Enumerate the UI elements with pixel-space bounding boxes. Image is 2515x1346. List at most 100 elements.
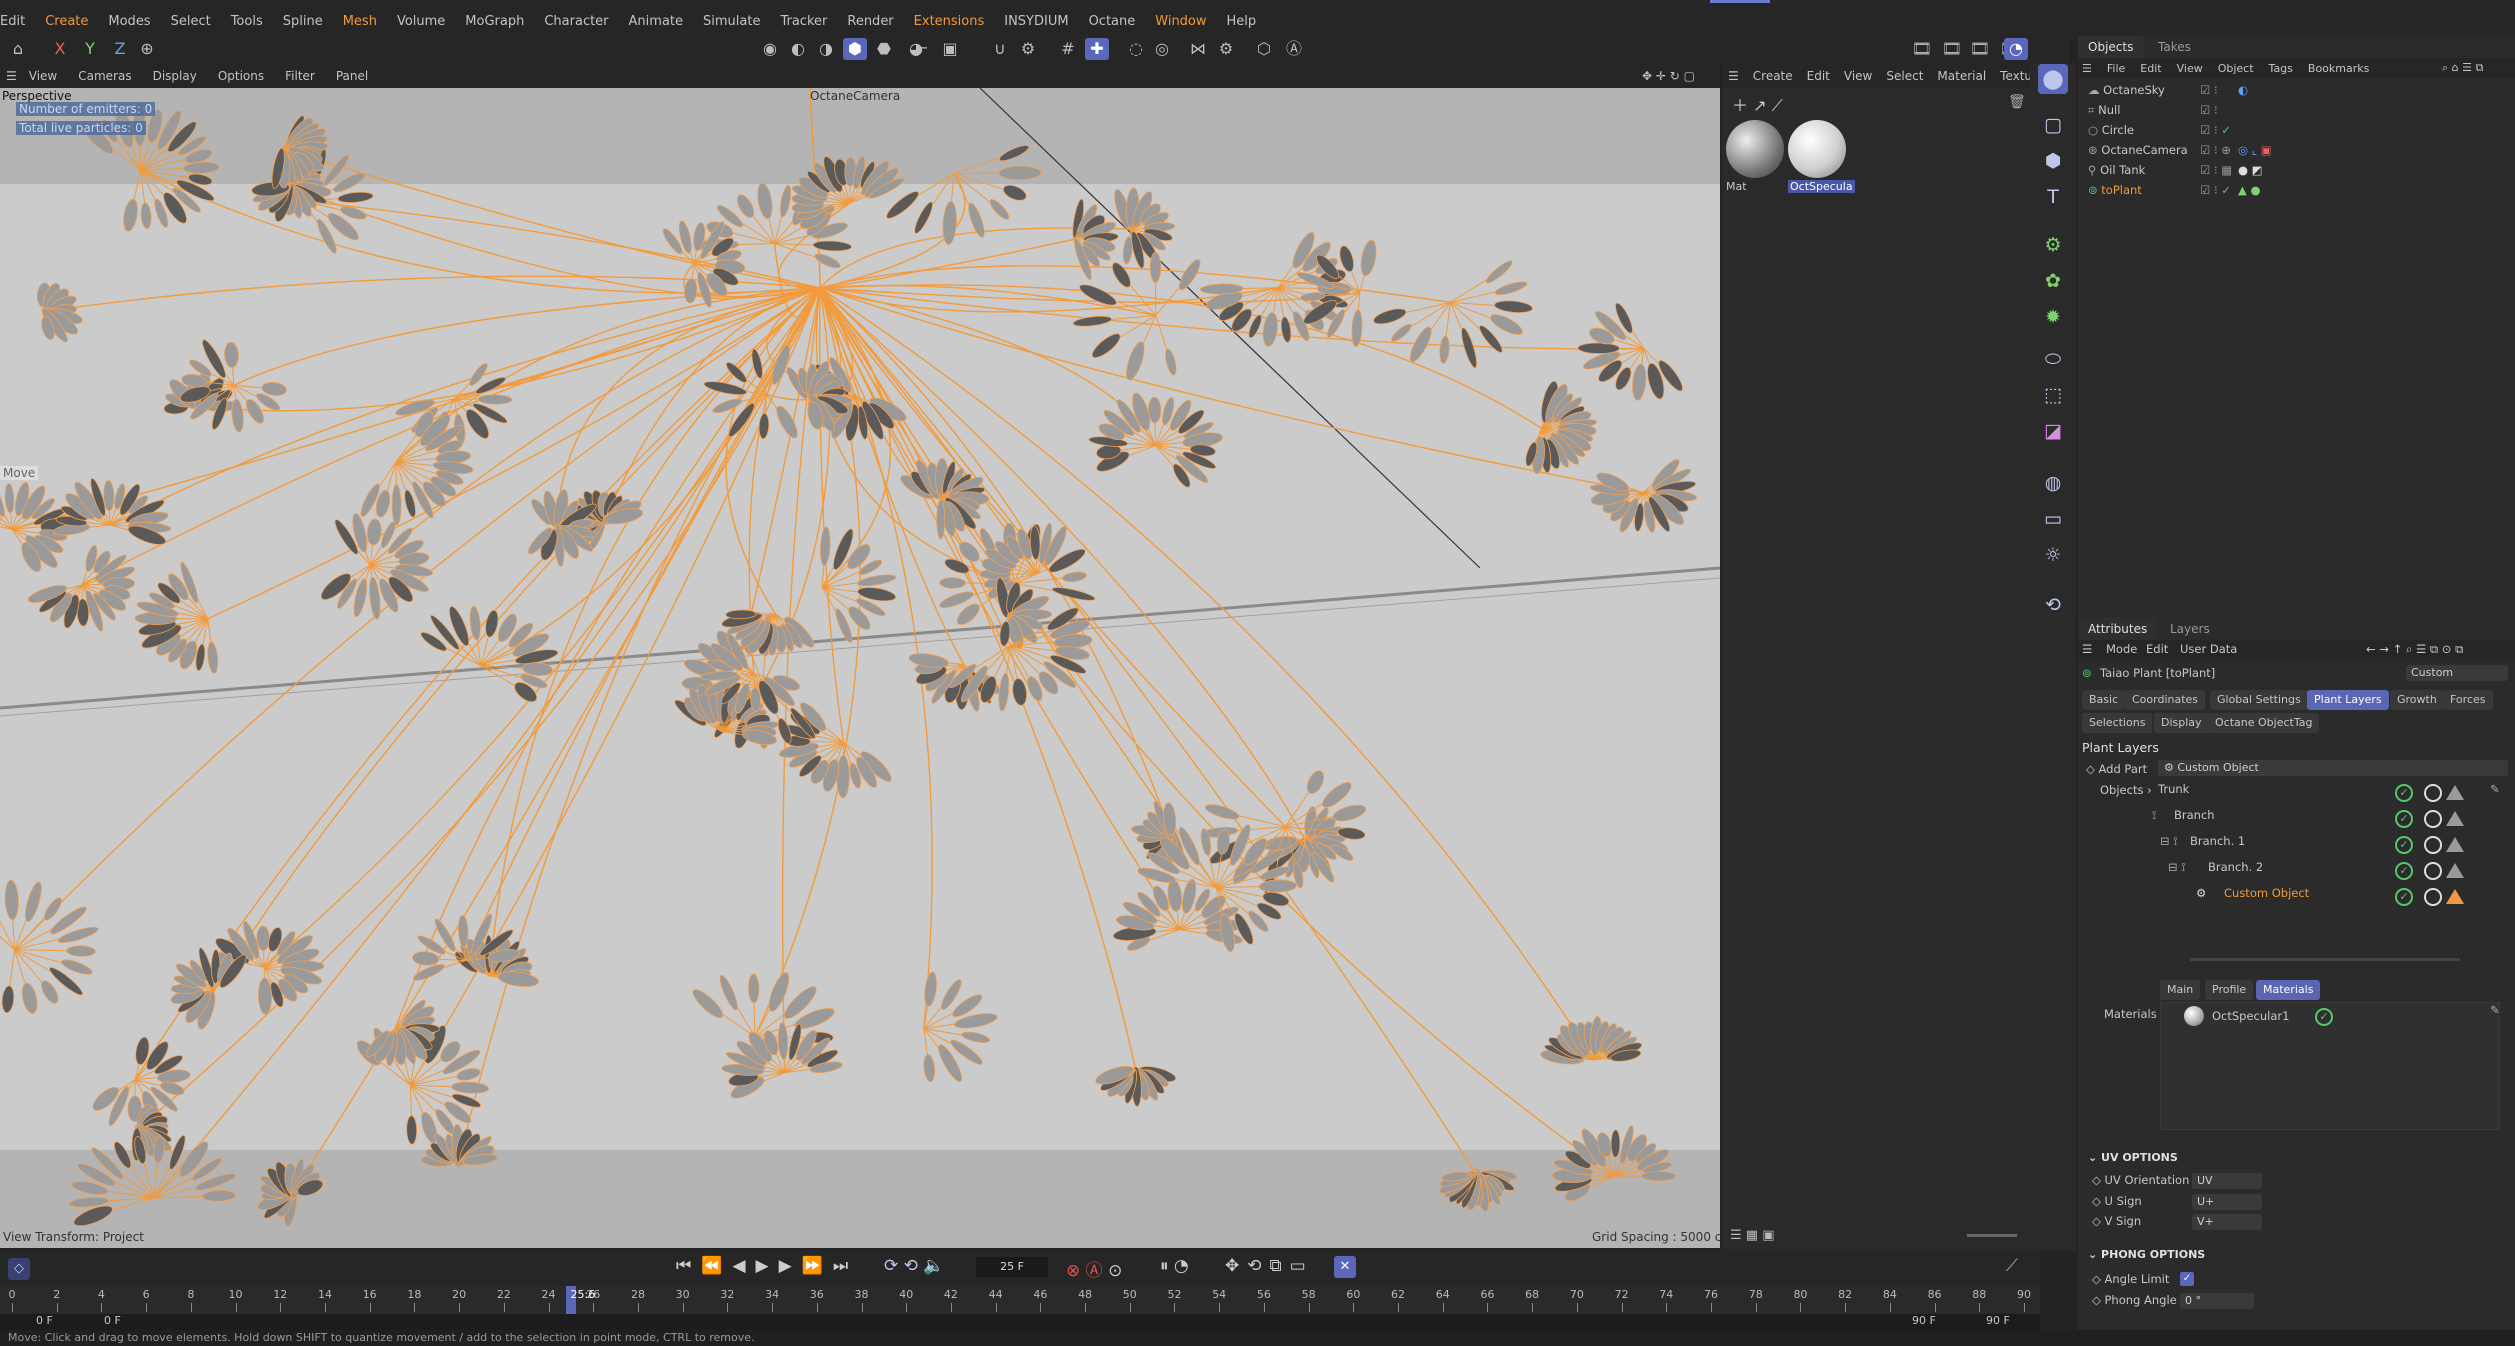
layer-visibility-icon[interactable] [2424, 862, 2442, 880]
cloner-icon[interactable]: ✿ [2038, 266, 2068, 296]
menu-mograph[interactable]: MoGraph [465, 14, 524, 29]
material-octspecular-label[interactable]: OctSpecula [1788, 180, 1855, 193]
viewport-perspective[interactable]: Perspective Number of emitters: 0 Total … [0, 88, 1720, 1248]
lock-workplane-icon[interactable]: ◌ [1124, 38, 1148, 60]
tab-layers[interactable]: Layers [2160, 618, 2220, 640]
tab-selections[interactable]: Selections [2082, 713, 2153, 733]
viewport-hamburger-icon[interactable]: ☰ [6, 69, 17, 83]
object-mode-icon[interactable]: ◐ [786, 38, 810, 60]
mat-menu-material[interactable]: Material [1937, 69, 1986, 83]
tab-attributes[interactable]: Attributes [2078, 618, 2158, 640]
loop-buttons[interactable]: ⟳ ⟲ 🔈 [884, 1256, 944, 1276]
preset-select[interactable]: Custom [2406, 665, 2508, 681]
material-view-icons[interactable]: ☰ ▦ ▣ [1730, 1228, 1774, 1243]
material-mat-preview[interactable] [1726, 120, 1784, 178]
menu-extensions[interactable]: Extensions [914, 14, 985, 29]
current-frame-field[interactable]: 25 F [976, 1257, 1048, 1277]
grid-snap-icon[interactable]: # [1056, 38, 1080, 60]
mat-menu-edit[interactable]: Edit [1807, 69, 1830, 83]
tab-coordinates[interactable]: Coordinates [2125, 690, 2206, 710]
cube-object-icon[interactable]: ⬤ [2038, 64, 2068, 94]
auto-key-icon[interactable]: ✕ [1334, 1256, 1356, 1278]
uv-mode-icon[interactable]: ⌐ [910, 38, 934, 60]
subtab-profile[interactable]: Profile [2205, 980, 2254, 1000]
tab-takes[interactable]: Takes [2148, 36, 2201, 58]
timeline-ruler[interactable]: 0 2 4 6 8 10 12 14 16 18 20 22 24 26 28 30 32 34 36 38 40 42 4… [0, 1286, 2040, 1314]
viewport-menu-display[interactable]: Display [153, 69, 197, 83]
obj-menu-tags[interactable]: Tags [2269, 62, 2293, 75]
material-item[interactable]: OctSpecular1 [2212, 1009, 2289, 1023]
keyframe-mode-icon[interactable]: ◇ [8, 1258, 30, 1280]
material-mat-label[interactable]: Mat [1726, 180, 1747, 193]
phong-angle-field[interactable]: 0 ° [2180, 1293, 2254, 1309]
layer-enabled-icon[interactable]: ✓ [2395, 784, 2413, 802]
edit-pencil-icon[interactable]: ✎ [2490, 1003, 2500, 1017]
effector-icon[interactable]: ✹ [2038, 302, 2068, 332]
playback-buttons[interactable]: ⏮⏪◀▶▶⏩⏭ [676, 1256, 858, 1276]
layer-visibility-icon[interactable] [2424, 810, 2442, 828]
tab-basic[interactable]: Basic [2082, 690, 2126, 710]
layer-row-active[interactable]: ⚙ Custom Object [2196, 886, 2515, 910]
viewport-menu-panel[interactable]: Panel [336, 69, 368, 83]
layer-shading-icon[interactable] [2446, 889, 2464, 904]
symmetry-settings-icon[interactable]: ⚙ [1214, 38, 1238, 60]
attr-menu-mode[interactable]: Mode [2106, 642, 2137, 656]
tab-plant-layers[interactable]: Plant Layers [2307, 690, 2389, 710]
subtab-main[interactable]: Main [2160, 980, 2201, 1000]
attributes-hamburger-icon[interactable]: ☰ [2082, 642, 2092, 656]
layout-switch-icon[interactable]: ◔ [2004, 38, 2028, 60]
obj-menu-view[interactable]: View [2177, 62, 2203, 75]
texture-mode-icon[interactable]: ◑ [814, 38, 838, 60]
tab-objects[interactable]: Objects [2078, 36, 2144, 58]
object-row[interactable]: ⌗ Null ☑ ⁝ [2088, 103, 2508, 122]
material-enabled-icon[interactable]: ✓ [2315, 1008, 2333, 1026]
spline-rectangle-icon[interactable]: ▢ [2038, 110, 2068, 140]
tab-octane-objecttag[interactable]: Octane ObjectTag [2208, 713, 2320, 733]
coord-system-icon[interactable]: ⊕ [135, 38, 159, 60]
end-frame[interactable]: 90 F [1986, 1314, 2010, 1327]
viewport-menu-cameras[interactable]: Cameras [78, 69, 131, 83]
menu-help[interactable]: Help [1227, 14, 1257, 29]
obj-menu-edit[interactable]: Edit [2140, 62, 2161, 75]
menu-octane[interactable]: Octane [1089, 14, 1136, 29]
subtab-materials[interactable]: Materials [2256, 980, 2321, 1000]
material-tool-icons[interactable]: ＋ ↗ ⟋ [1732, 92, 1783, 116]
object-row-active[interactable]: ⊚ toPlant ☑ ⁝ ✓ ▲ ● [2088, 183, 2508, 202]
menu-character[interactable]: Character [544, 14, 608, 29]
material-hamburger-icon[interactable]: ☰ [1728, 69, 1739, 83]
menu-create[interactable]: Create [45, 14, 88, 29]
menu-animate[interactable]: Animate [629, 14, 683, 29]
text-spline-icon[interactable]: T [2038, 182, 2068, 212]
edit-pencil-icon[interactable]: ✎ [2490, 782, 2500, 796]
layer-visibility-icon[interactable] [2424, 888, 2442, 906]
obj-menu-object[interactable]: Object [2218, 62, 2254, 75]
snap-magnet-icon[interactable]: ∪ [988, 38, 1012, 60]
key-tools[interactable]: ⏸ ◔ [1160, 1256, 1189, 1276]
tab-forces[interactable]: Forces [2443, 690, 2493, 710]
uv-orientation-select[interactable]: UV [2192, 1173, 2262, 1189]
menu-tracker[interactable]: Tracker [780, 14, 827, 29]
mat-menu-create[interactable]: Create [1753, 69, 1793, 83]
obj-menu-file[interactable]: File [2107, 62, 2125, 75]
layer-shading-icon[interactable] [2446, 811, 2464, 826]
mat-menu-select[interactable]: Select [1886, 69, 1923, 83]
model-mode-icon[interactable]: ◉ [758, 38, 782, 60]
layer-shading-icon[interactable] [2446, 837, 2464, 852]
viewport-menu-filter[interactable]: Filter [285, 69, 315, 83]
viewport-menu-view[interactable]: View [29, 69, 57, 83]
render-view-icon[interactable]: 🎞 [1940, 38, 1964, 60]
tab-global-settings[interactable]: Global Settings [2210, 690, 2308, 710]
menu-volume[interactable]: Volume [397, 14, 445, 29]
camera-palette-icon[interactable]: ▭ [2038, 504, 2068, 534]
y-axis-button[interactable]: Y [78, 38, 102, 60]
track-tools[interactable]: ✥⟲⧉▭ [1225, 1256, 1314, 1276]
x-axis-button[interactable]: X [48, 38, 72, 60]
mat-menu-view[interactable]: View [1844, 69, 1872, 83]
layer-enabled-icon[interactable]: ✓ [2395, 810, 2413, 828]
menu-window[interactable]: Window [1155, 14, 1206, 29]
tag-icon[interactable]: ⟲ [2038, 590, 2068, 620]
light-icon[interactable]: ☼ [2038, 540, 2068, 570]
layers-scrollbar[interactable] [2190, 958, 2460, 961]
workplane-icon[interactable]: ✚ [1085, 38, 1109, 60]
graph-icon[interactable]: ⟋ [2006, 1256, 2018, 1276]
